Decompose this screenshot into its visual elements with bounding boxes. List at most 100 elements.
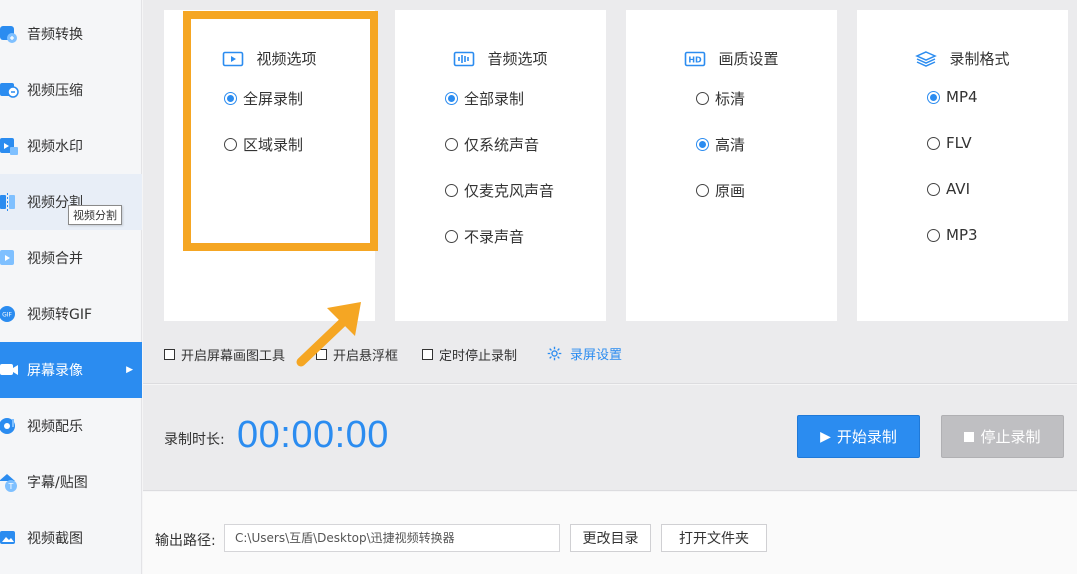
button-label: 停止录制	[980, 428, 1041, 446]
card-header: 音频选项	[395, 48, 606, 69]
radio-button[interactable]	[696, 184, 709, 197]
sidebar-item-video-screenshot[interactable]: 视频截图	[0, 510, 142, 566]
play-icon: ▶	[820, 428, 831, 445]
screen-record-icon	[0, 364, 18, 375]
radio-button[interactable]	[445, 138, 458, 151]
radio-record-all-audio[interactable]: 全部录制	[445, 88, 524, 109]
option-label: MP3	[946, 226, 978, 244]
sidebar-item-subtitle[interactable]: T 字幕/贴图	[0, 454, 142, 510]
change-directory-button[interactable]: 更改目录	[570, 524, 651, 552]
options-area: 视频选项 全屏录制 区域录制 音频选项 全部录制 仅系统声音 仅麦克风声音 不录…	[143, 0, 1077, 330]
main-panel: 视频选项 全屏录制 区域录制 音频选项 全部录制 仅系统声音 仅麦克风声音 不录…	[143, 0, 1077, 574]
tooltip: 视频分割	[68, 205, 122, 225]
svg-text:T: T	[8, 482, 14, 491]
card-quality-settings: HD 画质设置 标清 高清 原画	[626, 10, 837, 321]
radio-format-flv[interactable]: FLV	[927, 134, 972, 152]
card-record-format: 录制格式 MP4 FLV AVI MP3	[857, 10, 1068, 321]
sidebar-item-video-to-gif[interactable]: GIF 视频转GIF	[0, 286, 142, 342]
stop-icon	[964, 431, 975, 442]
sidebar-item-label: 音频转换	[27, 27, 83, 43]
subtitle-icon: T	[0, 474, 17, 492]
video-watermark-icon	[0, 138, 18, 155]
audio-convert-icon	[0, 26, 17, 43]
checkbox-timed-stop[interactable]: 定时停止录制	[422, 345, 517, 364]
radio-system-audio-only[interactable]: 仅系统声音	[445, 134, 539, 155]
radio-format-mp4[interactable]: MP4	[927, 88, 978, 106]
gif-icon: GIF	[0, 306, 15, 322]
radio-button[interactable]	[445, 230, 458, 243]
svg-text:HD: HD	[689, 55, 703, 64]
card-title: 画质设置	[718, 50, 779, 68]
card-header: 录制格式	[857, 48, 1068, 69]
sidebar-item-label: 屏幕录像	[27, 363, 83, 379]
radio-no-audio[interactable]: 不录声音	[445, 226, 524, 247]
button-label: 开始录制	[836, 428, 897, 446]
video-merge-icon	[0, 250, 14, 265]
video-split-icon	[0, 193, 15, 211]
start-record-button[interactable]: ▶ 开始录制	[797, 415, 920, 458]
annotation-highlight-box	[183, 11, 378, 251]
record-settings-link[interactable]: 录屏设置	[546, 344, 622, 363]
svg-text:GIF: GIF	[2, 312, 12, 319]
sidebar: 音频转换 视频压缩 视频水印 视频分割 视频合并 GIF 视频转GIF 屏幕录像…	[0, 0, 142, 574]
sidebar-item-video-watermark[interactable]: 视频水印	[0, 118, 142, 174]
sidebar-item-video-merge[interactable]: 视频合并	[0, 230, 142, 286]
radio-button[interactable]	[696, 92, 709, 105]
gear-icon	[547, 346, 562, 361]
option-label: 高清	[715, 136, 746, 154]
radio-button[interactable]	[927, 90, 940, 104]
radio-button[interactable]	[696, 138, 709, 151]
radio-button[interactable]	[927, 228, 940, 242]
sidebar-item-label: 视频配乐	[27, 419, 83, 435]
radio-button[interactable]	[445, 184, 458, 197]
hd-icon: HD	[685, 51, 706, 66]
option-label: 全部录制	[464, 90, 525, 108]
option-label: 仅系统声音	[464, 136, 540, 154]
screenshot-icon	[0, 531, 15, 544]
radio-mic-audio-only[interactable]: 仅麦克风声音	[445, 180, 554, 201]
duration-label: 录制时长:	[164, 432, 225, 448]
sidebar-item-label: 视频合并	[27, 251, 83, 267]
sidebar-item-audio-convert[interactable]: 音频转换	[0, 6, 142, 62]
radio-button[interactable]	[445, 92, 458, 105]
option-label: 仅麦克风声音	[464, 182, 555, 200]
radio-quality-original[interactable]: 原画	[696, 180, 745, 201]
checkbox[interactable]	[164, 349, 175, 360]
radio-quality-sd[interactable]: 标清	[696, 88, 745, 109]
duration-value: 00:00:00	[237, 414, 389, 456]
sidebar-item-label: 字幕/贴图	[27, 475, 88, 491]
checkbox[interactable]	[422, 349, 433, 360]
radio-button[interactable]	[927, 182, 940, 196]
layers-icon	[915, 50, 938, 67]
card-audio-options: 音频选项 全部录制 仅系统声音 仅麦克风声音 不录声音	[395, 10, 606, 321]
option-label: AVI	[946, 180, 970, 198]
radio-quality-hd[interactable]: 高清	[696, 134, 745, 155]
sidebar-item-label: 视频水印	[27, 139, 83, 155]
card-header: HD 画质设置	[626, 48, 837, 69]
card-title: 录制格式	[949, 50, 1010, 68]
open-folder-button[interactable]: 打开文件夹	[661, 524, 767, 552]
card-title: 音频选项	[487, 50, 548, 68]
output-path-label: 输出路径:	[155, 533, 216, 549]
sidebar-item-video-compress[interactable]: 视频压缩	[0, 62, 142, 118]
option-label: MP4	[946, 88, 978, 106]
checkbox-screen-draw-tool[interactable]: 开启屏幕画图工具	[164, 345, 285, 364]
option-label: 原画	[715, 182, 746, 200]
option-label: 不录声音	[464, 228, 525, 246]
audio-wave-icon	[454, 51, 475, 66]
sidebar-item-label: 视频压缩	[27, 83, 83, 99]
stop-record-button[interactable]: 停止录制	[941, 415, 1064, 458]
checkbox-label: 定时停止录制	[439, 349, 518, 364]
sidebar-item-video-music[interactable]: 视频配乐	[0, 398, 142, 454]
annotation-arrow-icon	[296, 302, 361, 367]
radio-format-mp3[interactable]: MP3	[927, 226, 978, 244]
record-settings-label: 录屏设置	[570, 348, 623, 363]
radio-format-avi[interactable]: AVI	[927, 180, 970, 198]
radio-button[interactable]	[927, 136, 940, 150]
option-label: 标清	[715, 90, 746, 108]
video-compress-icon	[0, 83, 19, 98]
video-music-icon	[0, 418, 15, 434]
output-path-input[interactable]: C:\Users\互盾\Desktop\迅捷视频转换器	[224, 524, 560, 552]
checkbox-label: 开启屏幕画图工具	[181, 349, 286, 364]
sidebar-item-screen-record[interactable]: 屏幕录像 ▶	[0, 342, 142, 398]
